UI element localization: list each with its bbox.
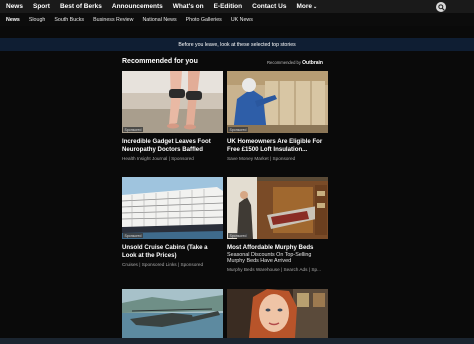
bottom-bar: [0, 338, 474, 344]
leave-banner: Before you leave, look at these selected…: [0, 38, 474, 51]
sponsored-badge: Sponsored: [228, 233, 248, 238]
subnav-national-news[interactable]: National News: [142, 17, 176, 23]
story-card[interactable]: Sponsored Most Affordable Murphy Beds Se…: [227, 177, 328, 272]
story-title[interactable]: Most Affordable Murphy Beds: [227, 244, 328, 252]
story-card[interactable]: Sponsored Unsold Cruise Cabins (Take a L…: [122, 177, 223, 267]
story-title[interactable]: Unsold Cruise Cabins (Take a Look at the…: [122, 244, 223, 260]
feet-massager-photo[interactable]: Sponsored: [122, 71, 223, 133]
nav-more[interactable]: More⌄: [296, 3, 317, 10]
story-title[interactable]: UK Homeowners Are Eligible For Free £150…: [227, 138, 328, 154]
helicopter-photo[interactable]: [122, 289, 223, 338]
story-card[interactable]: [227, 289, 328, 338]
story-card[interactable]: Sponsored UK Homeowners Are Eligible For…: [227, 71, 328, 161]
nav-announcements[interactable]: Announcements: [112, 3, 163, 10]
outbrain-logo: Outbrain: [302, 60, 323, 66]
story-source: Health Insight Journal | Sponsored: [122, 156, 194, 161]
story-card[interactable]: Sponsored Incredible Gadget Leaves Foot …: [122, 71, 223, 161]
subnav-news[interactable]: News: [6, 17, 20, 23]
nav-more-label: More: [296, 3, 312, 10]
banner-text: Before you leave, look at these selected…: [178, 41, 296, 48]
sub-nav: News Slough South Bucks Business Review …: [0, 13, 474, 26]
outbrain-attribution[interactable]: Recommended by Outbrain: [267, 60, 323, 66]
story-description: Seasonal Discounts On Top-Selling Murphy…: [227, 252, 312, 265]
murphy-bed-photo[interactable]: Sponsored: [227, 177, 328, 239]
cruise-ship-photo[interactable]: Sponsored: [122, 177, 223, 239]
subnav-uk-news[interactable]: UK News: [231, 17, 253, 23]
sponsored-badge: Sponsored: [123, 127, 143, 132]
search-button[interactable]: [436, 2, 446, 12]
nav-e-edition[interactable]: E-Edition: [214, 3, 243, 10]
nav-sport[interactable]: Sport: [33, 3, 50, 10]
sponsored-badge: Sponsored: [123, 233, 143, 238]
search-icon: [437, 3, 445, 11]
chevron-down-icon: ⌄: [312, 4, 318, 10]
story-title[interactable]: Incredible Gadget Leaves Foot Neuropathy…: [122, 138, 223, 154]
recommended-heading: Recommended for you: [122, 58, 198, 65]
subnav-slough[interactable]: Slough: [29, 17, 46, 23]
sponsored-badge: Sponsored: [228, 127, 248, 132]
nav-best-of-berks[interactable]: Best of Berks: [60, 3, 102, 10]
nav-news[interactable]: News: [6, 3, 23, 10]
subnav-business-review[interactable]: Business Review: [93, 17, 133, 23]
nav-whats-on[interactable]: What's on: [173, 3, 204, 10]
woman-portrait-photo[interactable]: [227, 289, 328, 338]
story-card[interactable]: [122, 289, 223, 338]
story-source: Murphy Beds Warehouse | Search Ads | Sp.…: [227, 266, 321, 272]
subnav-south-bucks[interactable]: South Bucks: [54, 17, 84, 23]
story-source: Cruises | Sponsored Links | Sponsored: [122, 262, 204, 267]
story-source: Save Money Market | Sponsored: [227, 156, 296, 161]
subnav-photo-galleries[interactable]: Photo Galleries: [186, 17, 222, 23]
nav-contact-us[interactable]: Contact Us: [252, 3, 286, 10]
loft-insulation-photo[interactable]: Sponsored: [227, 71, 328, 133]
main-nav: News Sport Best of Berks Announcements W…: [0, 0, 474, 13]
recommended-by-label: Recommended by: [267, 60, 301, 65]
